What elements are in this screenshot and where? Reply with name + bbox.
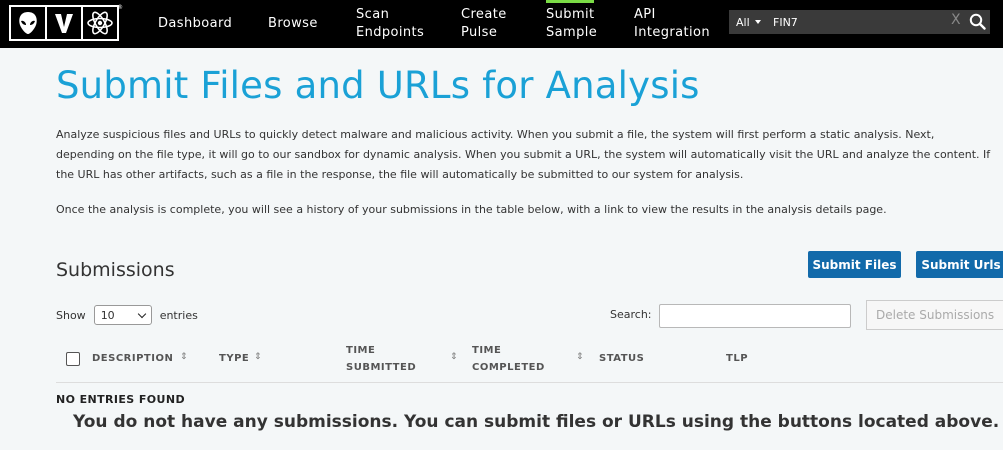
sort-icon[interactable]: ⇕ — [576, 352, 584, 362]
sort-icon[interactable]: ⇕ — [180, 352, 188, 362]
sort-icon[interactable]: ⇕ — [254, 352, 262, 362]
table-search-input[interactable] — [659, 304, 851, 328]
nav-create-pulse[interactable]: Create Pulse — [461, 0, 507, 48]
nav-scan-endpoints[interactable]: Scan Endpoints — [356, 0, 424, 48]
col-tlp[interactable]: TLP — [726, 350, 748, 367]
show-label: Show — [56, 308, 86, 322]
caret-down-icon — [754, 20, 761, 24]
select-all-checkbox[interactable] — [66, 352, 80, 366]
chevron-down-icon — [137, 309, 146, 318]
delete-submissions-button[interactable]: Delete Submissions — [866, 300, 1003, 330]
intro-paragraph: Analyze suspicious files and URLs to qui… — [56, 128, 991, 181]
entries-value: 10 — [100, 308, 115, 322]
nav-api-integration[interactable]: API Integration — [634, 0, 710, 48]
empty-state-title: NO ENTRIES FOUND — [56, 393, 185, 406]
top-navigation: ® Dashboard Browse Scan Endpoints Create… — [0, 0, 1003, 48]
submit-urls-button[interactable]: Submit Urls — [916, 251, 1003, 278]
sort-icon[interactable]: ⇕ — [450, 352, 458, 362]
col-type[interactable]: TYPE — [219, 350, 249, 367]
atom-logo-icon — [81, 5, 119, 41]
registered-mark: ® — [117, 4, 123, 11]
nav-label: Browse — [268, 16, 318, 31]
submissions-title: Submissions — [56, 259, 175, 281]
col-status[interactable]: STATUS — [599, 350, 644, 367]
search-scope-label: All — [736, 15, 750, 29]
empty-state-message: You do not have any submissions. You can… — [73, 412, 1000, 432]
global-search: All X — [729, 10, 990, 34]
otx-logo[interactable]: ® — [9, 4, 123, 41]
submit-files-button[interactable]: Submit Files — [808, 251, 901, 278]
entries-select[interactable]: 10 — [93, 305, 152, 325]
v-logo-icon — [45, 5, 83, 41]
col-time-submitted[interactable]: TIME SUBMITTED — [346, 342, 416, 376]
clear-search-icon[interactable]: X — [951, 12, 961, 28]
nav-label: Scan Endpoints — [356, 7, 425, 40]
search-scope-dropdown[interactable]: All — [736, 10, 761, 34]
nav-submit-sample[interactable]: Submit Sample — [546, 0, 597, 48]
entries-control: Show 10 entries — [56, 305, 198, 325]
table-header: DESCRIPTION ⇕ TYPE ⇕ TIME SUBMITTED ⇕ TI… — [56, 338, 1003, 383]
col-time-completed[interactable]: TIME COMPLETED — [472, 342, 545, 376]
page-title: Submit Files and URLs for Analysis — [56, 64, 700, 107]
nav-dashboard[interactable]: Dashboard — [158, 0, 232, 48]
table-search-label: Search: — [610, 308, 652, 321]
history-paragraph: Once the analysis is complete, you will … — [56, 203, 887, 216]
nav-label: API Integration — [634, 7, 711, 40]
search-icon[interactable] — [969, 13, 986, 34]
nav-browse[interactable]: Browse — [268, 0, 318, 48]
col-description[interactable]: DESCRIPTION — [92, 350, 173, 367]
nav-label: Create Pulse — [461, 7, 507, 40]
global-search-input[interactable] — [769, 10, 953, 34]
alien-logo-icon — [9, 5, 47, 41]
nav-label: Submit Sample — [546, 7, 598, 40]
nav-label: Dashboard — [158, 16, 233, 31]
entries-label: entries — [159, 308, 198, 322]
